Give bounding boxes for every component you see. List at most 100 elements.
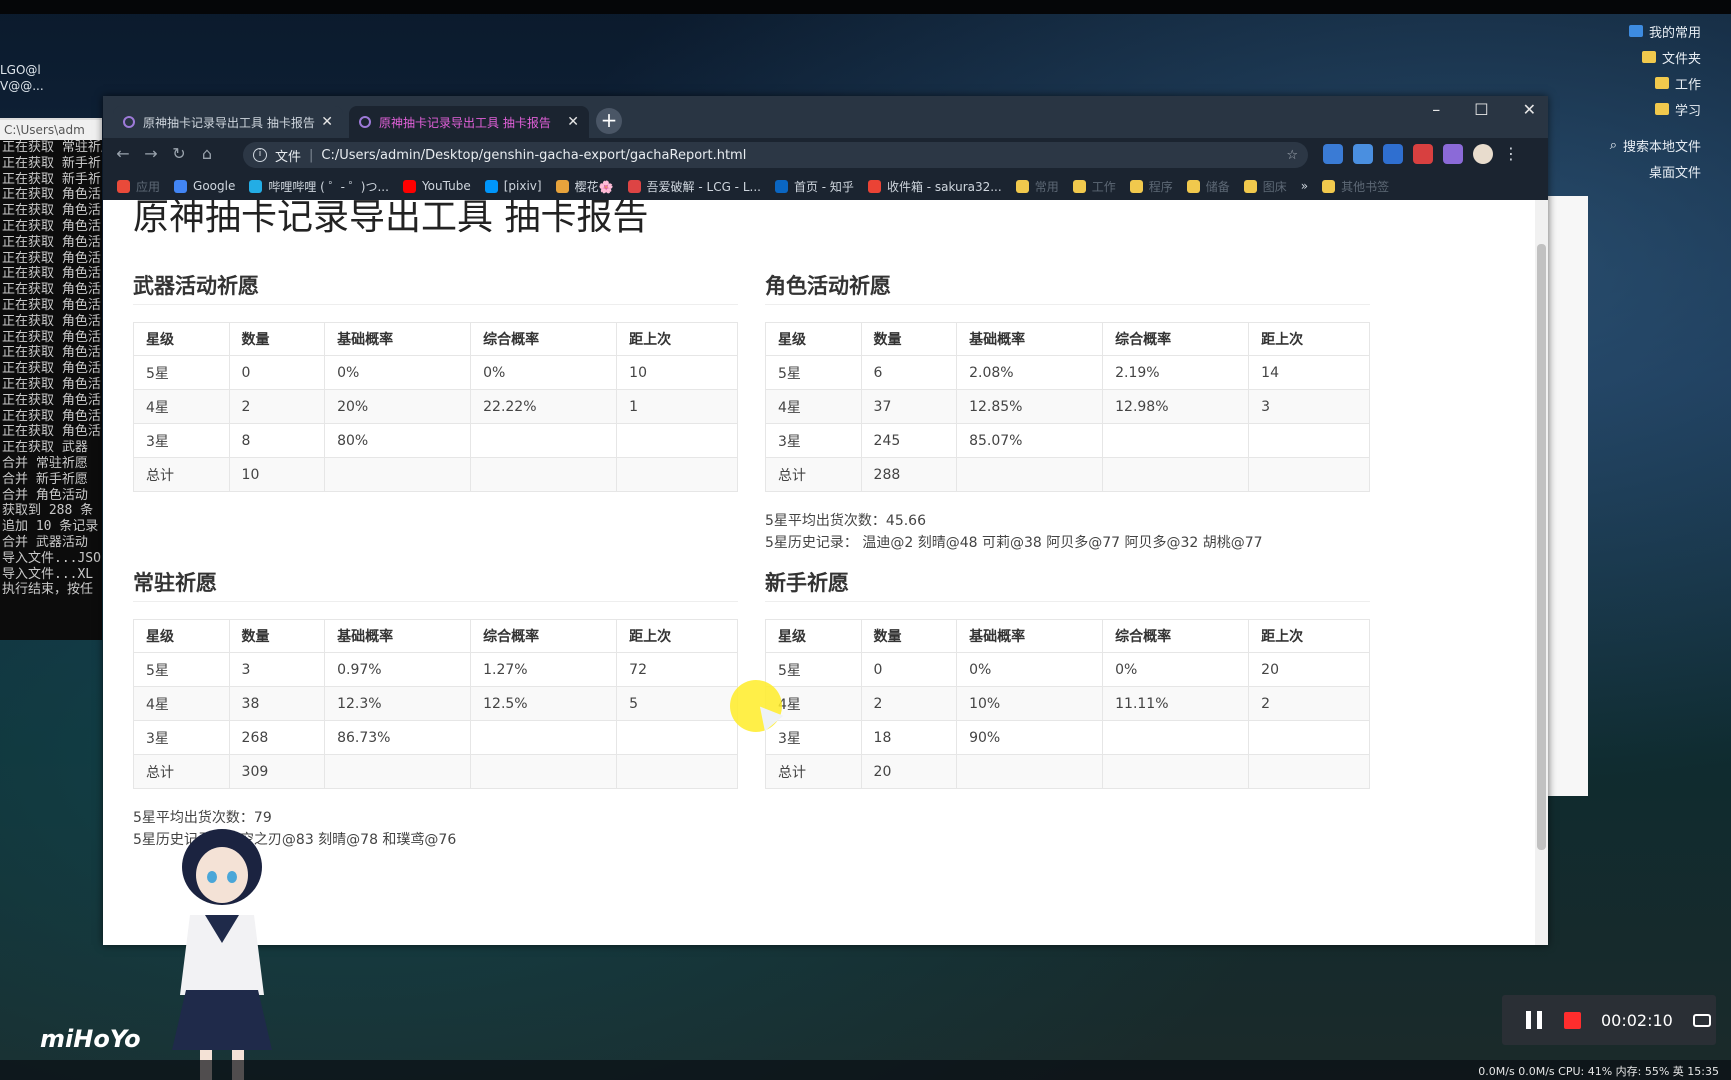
- table-cell: 12.3%: [324, 686, 472, 721]
- bookmark-label: 工作: [1091, 179, 1116, 194]
- url-text: C:/Users/admin/Desktop/genshin-gacha-exp…: [321, 147, 747, 163]
- camera-icon[interactable]: [1692, 1013, 1711, 1027]
- standard-banner-section: 常驻祈愿 星级 数量 基础概率 综合概率 距上次 5星 3 0.97% 1.27% 72 4星 38 12…: [133, 565, 738, 851]
- console-line: 正在获取 武器: [2, 440, 88, 456]
- weapon-banner-section: 武器活动祈愿 星级 数量 基础概率 综合概率 距上次 5星 0 0% 0% 10 4星 2 20% 22.2…: [133, 268, 738, 492]
- bookmark-item[interactable]: 收件箱 - sakura32...: [867, 178, 1002, 195]
- bookmark-star-icon[interactable]: ☆: [1286, 148, 1298, 163]
- table-cell: 4星: [133, 389, 230, 424]
- desktop-files[interactable]: 桌面文件: [1531, 158, 1731, 184]
- menu-kebab-icon[interactable]: ⋮: [1503, 144, 1519, 164]
- close-window-button[interactable]: ✕: [1523, 100, 1536, 119]
- bookmark-item[interactable]: 图床: [1243, 178, 1287, 195]
- bookmark-label: »: [1300, 179, 1309, 193]
- bookmark-favicon-icon: [555, 179, 569, 193]
- bookmark-item[interactable]: 樱花🌸: [555, 178, 614, 195]
- column-header: 数量: [228, 619, 326, 653]
- table-cell: [616, 720, 738, 755]
- home-icon[interactable]: ⌂: [197, 144, 217, 164]
- stats-table: 星级 数量 基础概率 综合概率 距上次 5星 6 2.08% 2.19% 14 4星 37 12.85%…: [765, 322, 1370, 492]
- table-cell: 85.07%: [956, 423, 1104, 458]
- console-line: 正在获取 角色活: [2, 218, 101, 234]
- info-icon[interactable]: i: [253, 148, 267, 162]
- table-row: 5星 0 0% 0% 10: [133, 355, 738, 390]
- bookmark-favicon-icon: [484, 179, 498, 193]
- table-row: 3星 8 80%: [133, 423, 738, 458]
- table-row: 4星 37 12.85% 12.98% 3: [765, 389, 1370, 424]
- console-line: 正在获取 角色活: [2, 234, 101, 250]
- bookmark-label: 收件箱 - sakura32...: [886, 179, 1002, 194]
- avatar[interactable]: [1473, 144, 1493, 164]
- table-cell: 2.19%: [1102, 355, 1250, 390]
- bookmark-label: 樱花🌸: [574, 179, 614, 194]
- desktop-label: V@@...: [0, 79, 44, 93]
- bookmark-item[interactable]: Google: [174, 179, 235, 193]
- table-cell: 12.85%: [956, 389, 1104, 424]
- bookmark-item[interactable]: 应用: [117, 178, 160, 195]
- new-tab-button[interactable]: +: [596, 108, 622, 134]
- forward-arrow-icon[interactable]: →: [141, 144, 161, 164]
- page-scrollbar[interactable]: [1535, 200, 1548, 945]
- puzzle-icon[interactable]: [1443, 144, 1463, 164]
- close-tab-icon[interactable]: ✕: [567, 114, 579, 130]
- tab-favicon-icon: [359, 116, 371, 128]
- column-header: 星级: [133, 619, 230, 653]
- reload-icon[interactable]: ↻: [169, 144, 189, 164]
- top-black-strip: [0, 0, 1731, 14]
- address-bar[interactable]: i 文件 | C:/Users/admin/Desktop/genshin-ga…: [243, 142, 1308, 168]
- minimize-button[interactable]: –: [1432, 100, 1440, 119]
- table-row: 总计 288: [765, 457, 1370, 492]
- table-cell: 22.22%: [470, 389, 618, 424]
- browser-tab-2-active[interactable]: 原神抽卡记录导出工具 抽卡报告 ✕: [349, 106, 589, 138]
- bookmark-item[interactable]: [pixiv]: [484, 179, 542, 193]
- bookmark-favicon-icon: [627, 179, 641, 193]
- window-controls: – ☐ ✕: [1432, 100, 1536, 119]
- bookmark-item[interactable]: 储备: [1186, 178, 1230, 195]
- pause-icon[interactable]: [1526, 1011, 1542, 1029]
- bookmark-item[interactable]: 常用: [1015, 178, 1059, 195]
- extension-icon[interactable]: [1413, 144, 1433, 164]
- scrollbar-thumb[interactable]: [1537, 244, 1546, 850]
- table-cell: 4星: [765, 389, 862, 424]
- bookmark-item[interactable]: 工作: [1072, 178, 1116, 195]
- back-arrow-icon[interactable]: ←: [113, 144, 133, 164]
- desktop-right-shortcuts: 我的常用 文件夹 工作 学习 ⌕ 搜索本地文件 桌面文件: [1531, 18, 1731, 184]
- bookmark-favicon-icon: [174, 179, 188, 193]
- five-star-stats: 5星平均出货次数：45.66 5星历史记录： 温迪@2 刻晴@48 可莉@38 阿…: [765, 510, 1370, 554]
- tab-bar: 原神抽卡记录导出工具 抽卡报告 ✕ 原神抽卡记录导出工具 抽卡报告 ✕ + – …: [103, 96, 1548, 138]
- table-cell: 3星: [765, 423, 862, 458]
- desktop-shortcut-favorites[interactable]: 我的常用: [1531, 18, 1731, 44]
- column-header: 距上次: [1248, 322, 1370, 356]
- bookmark-item[interactable]: 程序: [1129, 178, 1173, 195]
- table-row: 5星 0 0% 0% 20: [765, 652, 1370, 687]
- anime-girl-avatar-image: [172, 829, 272, 1080]
- console-line: 正在获取 角色活: [2, 376, 101, 392]
- bookmark-item[interactable]: 吾爱破解 - LCG - L...: [627, 178, 761, 195]
- console-line: 获取到 288 条: [2, 503, 94, 519]
- table-cell: [470, 423, 618, 458]
- bookmark-item[interactable]: 首页 - 知乎: [774, 178, 854, 195]
- bookmark-item[interactable]: »: [1301, 179, 1308, 193]
- bookmark-item[interactable]: 哔哩哔哩 ( ゜- ゜)つ...: [249, 178, 389, 195]
- desktop-search-local[interactable]: ⌕ 搜索本地文件: [1531, 132, 1731, 158]
- desktop-shortcut-work[interactable]: 工作: [1531, 70, 1731, 96]
- stop-icon[interactable]: [1564, 1011, 1581, 1029]
- desktop-shortcut-folder[interactable]: 文件夹: [1531, 44, 1731, 70]
- column-header: 综合概率: [470, 619, 618, 653]
- extension-icon[interactable]: [1323, 144, 1343, 164]
- desktop-shortcut-study[interactable]: 学习: [1531, 96, 1731, 122]
- column-header: 综合概率: [1102, 619, 1250, 653]
- extension-icon[interactable]: [1353, 144, 1373, 164]
- bookmark-item[interactable]: 其他书签: [1322, 178, 1389, 195]
- maximize-button[interactable]: ☐: [1474, 100, 1488, 119]
- close-tab-icon[interactable]: ✕: [321, 114, 333, 130]
- console-line: 正在获取 角色活: [2, 361, 101, 377]
- browser-tab-1[interactable]: 原神抽卡记录导出工具 抽卡报告 ✕: [113, 106, 343, 138]
- console-line: 导入文件...JSO: [2, 550, 101, 566]
- console-output: 正在获取 常驻祈愿正在获取 新手祈正在获取 新手祈正在获取 角色活正在获取 角色…: [0, 140, 102, 598]
- extension-icon[interactable]: [1383, 144, 1403, 164]
- bookmark-label: 图床: [1262, 179, 1287, 194]
- bookmark-favicon-icon: [402, 179, 416, 193]
- bookmark-item[interactable]: YouTube: [402, 179, 471, 193]
- console-line: 正在获取 角色活: [2, 329, 101, 345]
